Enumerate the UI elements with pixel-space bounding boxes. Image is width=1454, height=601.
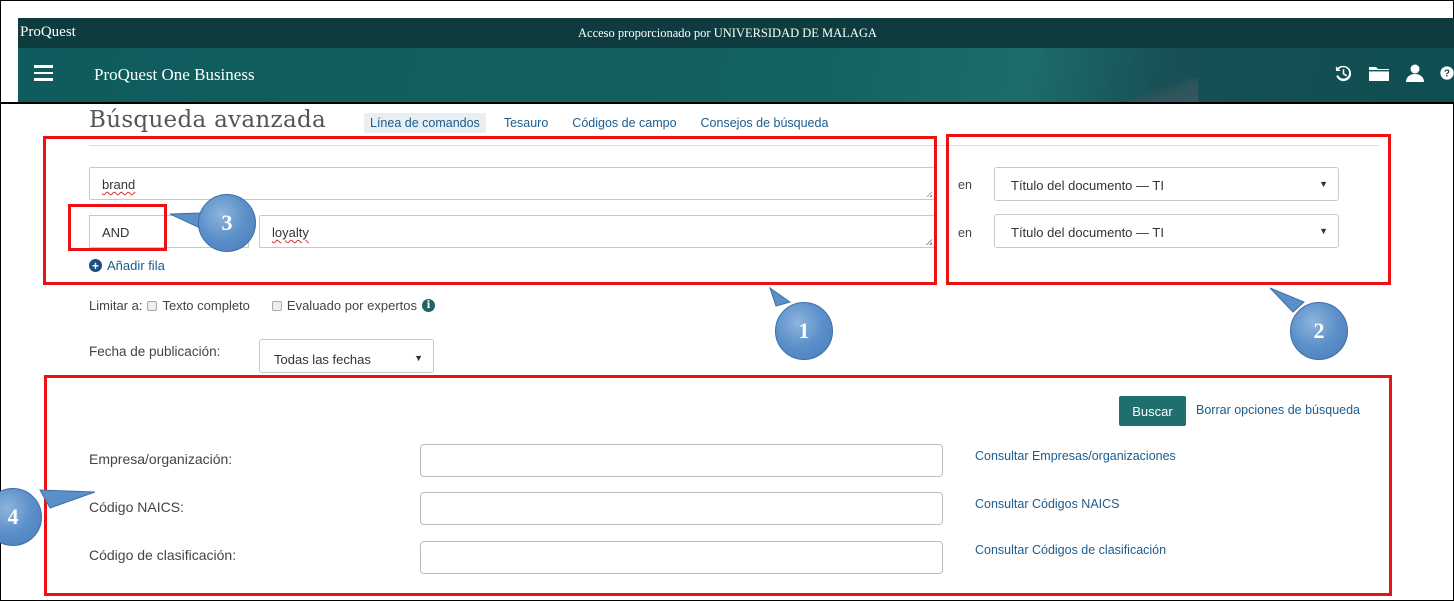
history-icon[interactable]: [1332, 62, 1354, 84]
user-icon[interactable]: [1404, 62, 1426, 84]
full-text-checkbox[interactable]: [147, 300, 158, 311]
institution-bar: ProQuest Acceso proporcionado por UNIVER…: [18, 18, 1454, 48]
callout-1: 1: [775, 302, 833, 360]
product-name[interactable]: ProQuest One Business: [94, 65, 255, 85]
callout-2: 2: [1290, 302, 1348, 360]
hamburger-menu-icon[interactable]: [34, 65, 53, 81]
publication-date-select[interactable]: Todas las fechas ▼: [259, 339, 434, 373]
dropdown-caret-icon: ▼: [414, 353, 423, 363]
annotation-box-1: [43, 136, 937, 285]
publication-date-label: Fecha de publicación:: [89, 344, 221, 359]
tab-command-line[interactable]: Línea de comandos: [364, 113, 486, 133]
callout-3: 3: [198, 194, 256, 252]
folder-icon[interactable]: [1368, 62, 1390, 84]
tab-search-tips[interactable]: Consejos de búsqueda: [695, 113, 835, 133]
navbar-decoration: [1128, 78, 1198, 102]
peer-reviewed-checkbox[interactable]: [271, 300, 282, 311]
tab-thesaurus[interactable]: Tesauro: [498, 113, 554, 133]
annotation-box-4: [44, 375, 1392, 596]
annotation-box-3: [68, 204, 167, 251]
search-mode-tabs: Línea de comandos Tesauro Códigos de cam…: [364, 113, 834, 133]
page-title: Búsqueda avanzada: [89, 107, 327, 133]
tab-field-codes[interactable]: Códigos de campo: [566, 113, 682, 133]
peer-reviewed-label[interactable]: Evaluado por expertos: [287, 298, 417, 313]
limit-options: Limitar a: Texto completo Evaluado por e…: [89, 298, 435, 313]
main-navbar: ProQuest One Business ?: [18, 48, 1454, 102]
limit-label: Limitar a:: [89, 298, 143, 313]
full-text-label[interactable]: Texto completo: [162, 298, 249, 313]
annotation-box-2: [946, 134, 1391, 285]
proquest-logo[interactable]: ProQuest: [20, 24, 76, 41]
svg-text:?: ?: [1444, 69, 1450, 80]
help-icon[interactable]: ?: [1440, 62, 1454, 84]
info-icon[interactable]: i: [422, 299, 435, 312]
access-notice: Acceso proporcionado por UNIVERSIDAD DE …: [578, 26, 877, 40]
header-border: [0, 102, 1454, 104]
